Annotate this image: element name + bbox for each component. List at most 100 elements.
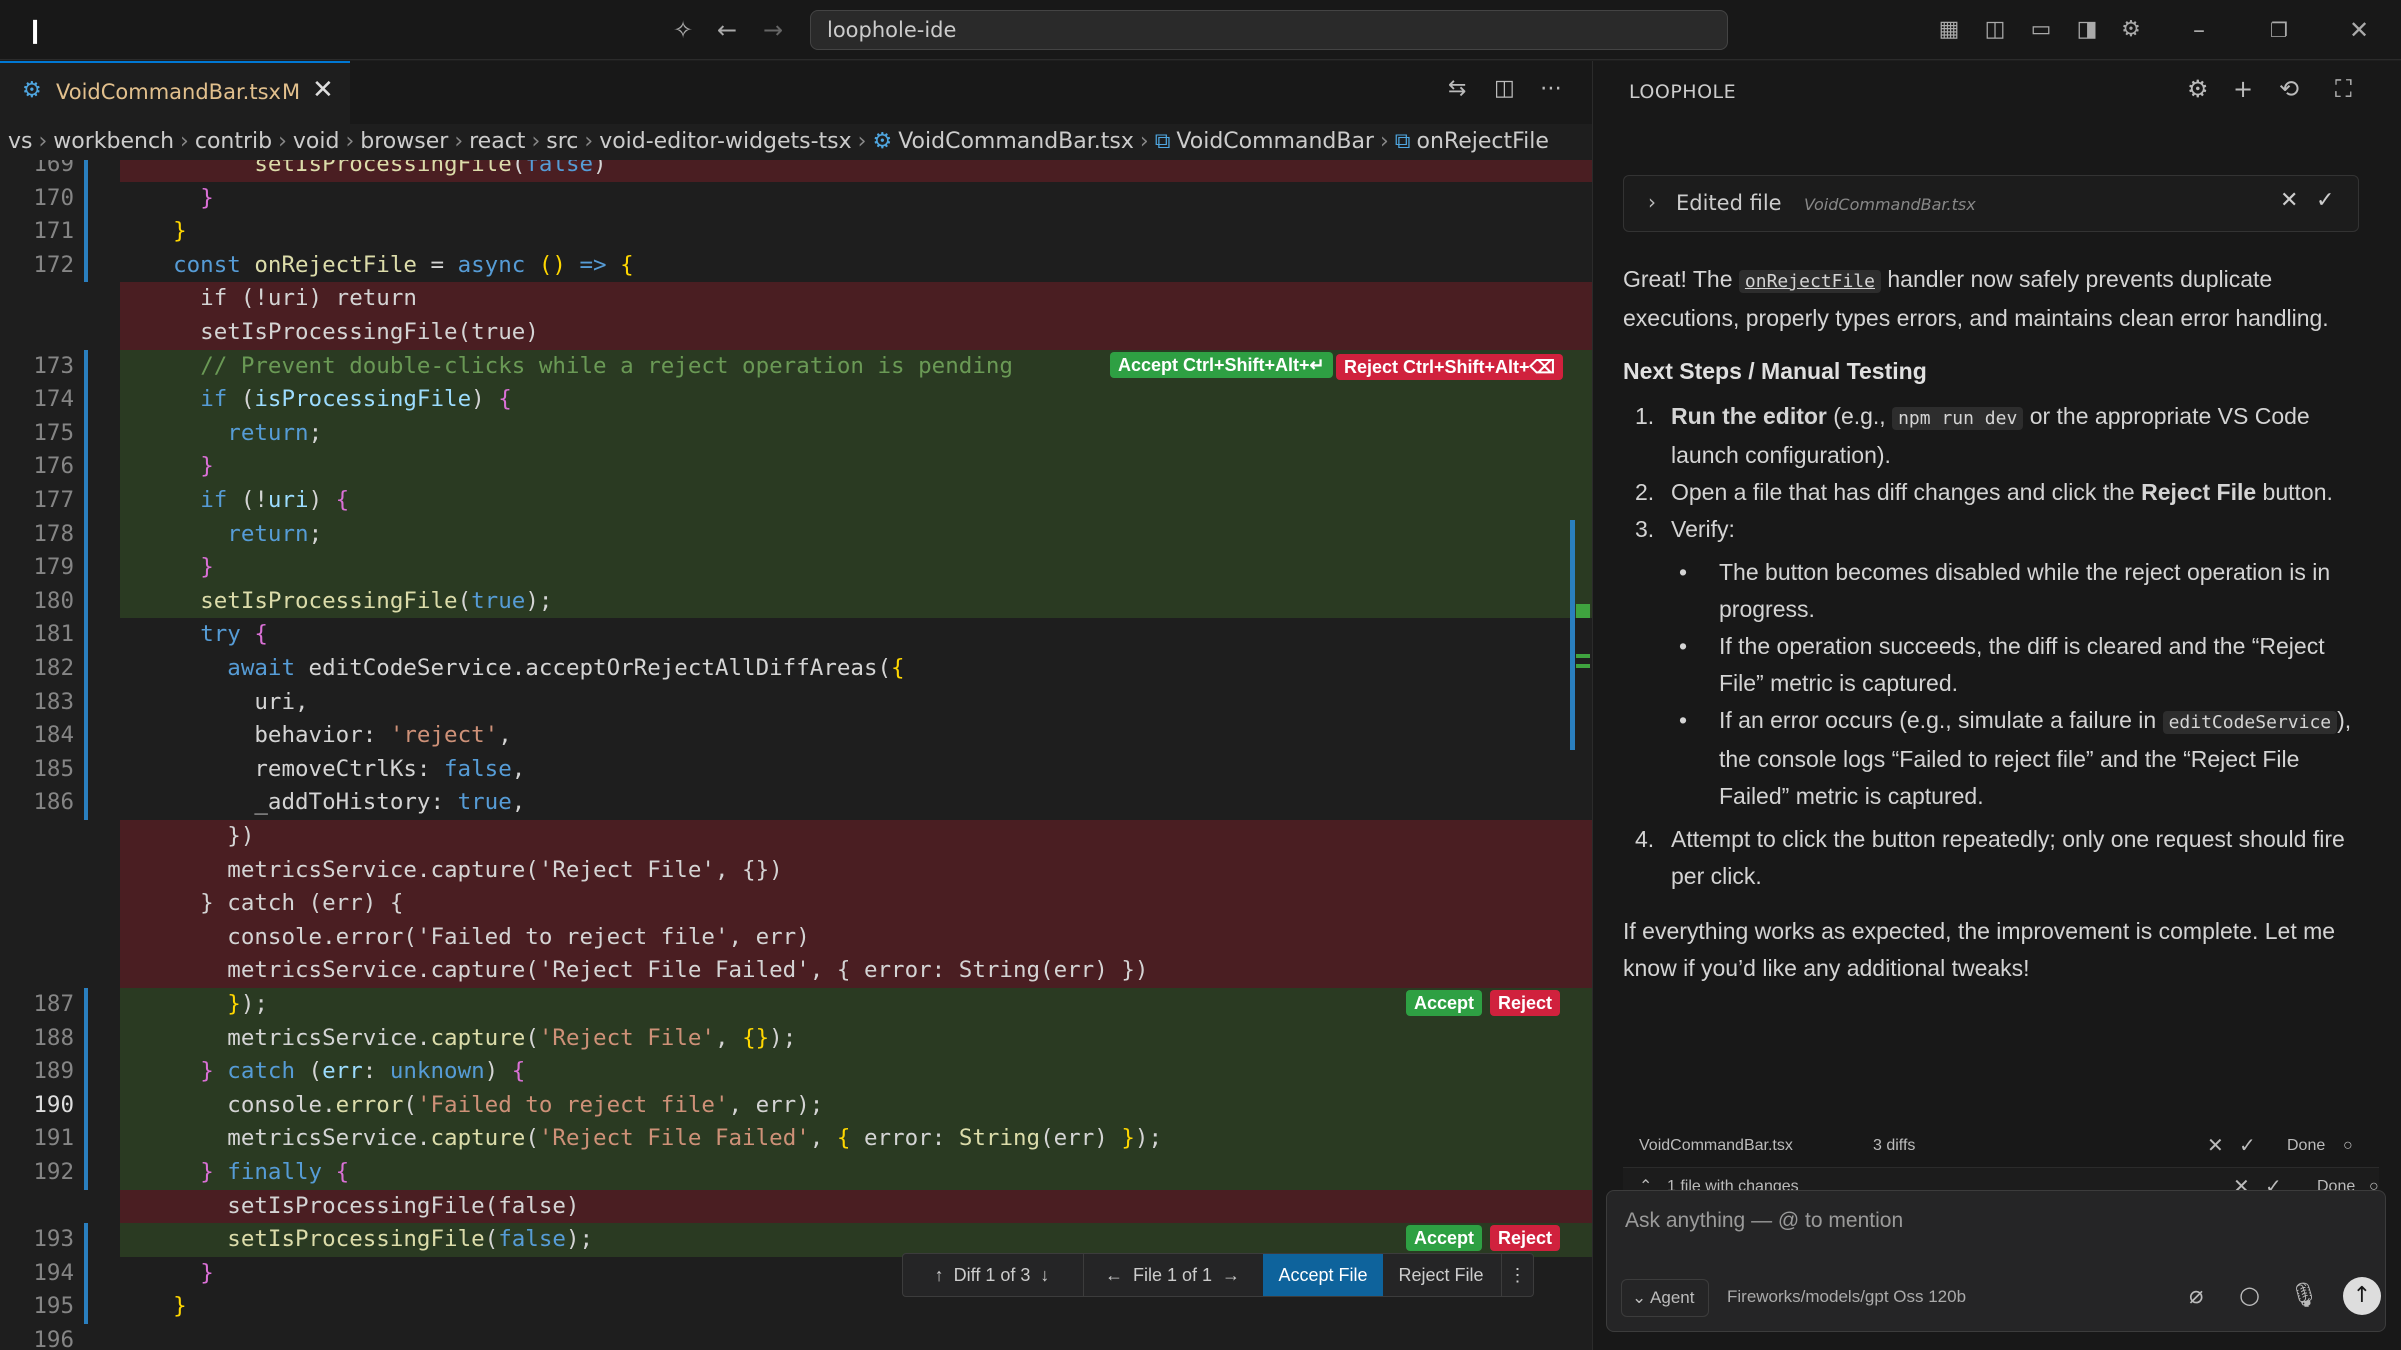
breadcrumb-item[interactable]: VoidCommandBar.tsx <box>898 129 1134 154</box>
code-line[interactable]: 184 behavior: 'reject', <box>0 719 1592 753</box>
up-arrow-icon[interactable]: ↑ <box>935 1265 944 1285</box>
removed-code-line[interactable]: if (!uri) return <box>0 282 1592 316</box>
microphone-icon[interactable]: 🎙 <box>2289 1281 2319 1309</box>
close-icon[interactable]: ✕ <box>312 75 334 105</box>
more-actions-icon[interactable]: ⋯ <box>1540 76 1562 101</box>
breadcrumb-item[interactable]: vs <box>8 129 32 154</box>
minimize-icon[interactable]: – <box>2184 14 2214 46</box>
left-arrow-icon[interactable]: ← <box>1105 1265 1123 1285</box>
check-icon[interactable]: ✓ <box>2316 188 2334 213</box>
added-code-line[interactable]: 188 metricsService.capture('Reject File'… <box>0 1021 1592 1056</box>
agent-mode-select[interactable]: ⌄ Agent <box>1621 1279 1709 1317</box>
reject-change-button[interactable]: Reject <box>1490 990 1561 1016</box>
removed-code-line[interactable]: metricsService.capture('Reject File', {}… <box>0 853 1592 888</box>
removed-code-line[interactable]: setIsProcessingFile(true) <box>0 316 1592 350</box>
chevron-right-icon[interactable]: › <box>1648 190 1656 214</box>
wand-icon[interactable]: ✧ <box>668 14 698 46</box>
command-center-search[interactable]: loophole-ide <box>810 10 1728 50</box>
added-code-line[interactable]: 191 metricsService.capture('Reject File … <box>0 1122 1592 1156</box>
breadcrumb-item[interactable]: src <box>546 129 578 154</box>
close-icon[interactable]: ✕ <box>2207 1127 2224 1165</box>
split-editor-icon[interactable]: ◫ <box>1494 76 1515 101</box>
added-code-line[interactable]: 177 if (!uri) { <box>0 484 1592 518</box>
added-code-line[interactable]: 174 if (isProcessingFile) { <box>0 383 1592 417</box>
code-line[interactable]: 182 await editCodeService.acceptOrReject… <box>0 652 1592 686</box>
code-text: metricsService.capture('Reject File', {}… <box>146 1024 797 1051</box>
close-icon[interactable]: ✕ <box>2280 188 2298 213</box>
code-line[interactable]: 181 try { <box>0 618 1592 652</box>
reject-change-button[interactable]: Reject Ctrl+Shift+Alt+⌫ <box>1336 353 1563 380</box>
editor-tab[interactable]: ⚙ VoidCommandBar.tsx M ✕ <box>0 61 350 124</box>
code-line[interactable]: 183 uri, <box>0 685 1592 720</box>
attach-paperclip-icon[interactable]: ⌀ <box>2189 1281 2203 1309</box>
added-code-line[interactable]: 193 setIsProcessingFile(false); <box>0 1223 1592 1257</box>
accept-change-button[interactable]: Accept Ctrl+Shift+Alt+↵ <box>1110 351 1333 378</box>
chat-input[interactable]: Ask anything — @ to mention <box>1625 1209 1903 1233</box>
code-line[interactable]: 170 } <box>0 181 1592 216</box>
new-chat-plus-icon[interactable]: + <box>2233 75 2253 103</box>
breadcrumb-item[interactable]: void-editor-widgets-tsx <box>599 129 851 154</box>
added-code-line[interactable]: 192 } finally { <box>0 1156 1592 1190</box>
breadcrumb-item[interactable]: void <box>293 129 340 154</box>
added-code-line[interactable]: 175 return; <box>0 416 1592 451</box>
layout-customize-icon[interactable]: ▦ <box>1934 14 1964 46</box>
added-code-line[interactable]: 179 } <box>0 551 1592 585</box>
added-code-line[interactable]: 176 } <box>0 450 1592 484</box>
model-selector[interactable]: Fireworks/models/gpt Oss 120b <box>1727 1287 1966 1307</box>
added-code-line[interactable]: 190 console.error('Failed to reject file… <box>0 1088 1592 1123</box>
accept-change-button[interactable]: Accept <box>1406 990 1483 1016</box>
editor-scrollbar[interactable] <box>1570 520 1575 750</box>
code-editor[interactable]: 169 setIsProcessingFile(false) 170 } 171 }… <box>0 160 1592 1350</box>
breadcrumb-item[interactable]: contrib <box>195 129 272 154</box>
toggle-secondary-sidebar-icon[interactable]: ◨ <box>2072 14 2102 46</box>
file-navigator[interactable]: ← File 1 of 1 → <box>1083 1254 1261 1296</box>
removed-code-line[interactable]: 169 setIsProcessingFile(false) <box>0 160 1592 182</box>
removed-code-line[interactable]: metricsService.capture('Reject File Fail… <box>0 954 1592 988</box>
added-code-line[interactable]: 178 return; <box>0 517 1592 552</box>
restore-icon[interactable]: ❐ <box>2264 14 2294 46</box>
breadcrumb-item[interactable]: onRejectFile <box>1417 129 1549 154</box>
breadcrumb-item[interactable]: react <box>469 129 525 154</box>
removed-code-line[interactable]: console.error('Failed to reject file', e… <box>0 920 1592 955</box>
added-code-line[interactable]: 180 setIsProcessingFile(true); <box>0 584 1592 619</box>
code-line[interactable]: 196 <box>0 1324 1592 1350</box>
reject-file-button[interactable]: Reject File <box>1383 1254 1499 1296</box>
toggle-sidebar-icon[interactable]: ◫ <box>1980 14 2010 46</box>
added-code-line[interactable]: 187 }); <box>0 988 1592 1022</box>
down-arrow-icon[interactable]: ↓ <box>1040 1265 1049 1285</box>
added-code-line[interactable]: 189 } catch (err: unknown) { <box>0 1055 1592 1089</box>
breadcrumb-item[interactable]: VoidCommandBar <box>1176 129 1374 154</box>
more-options-icon[interactable]: ⋮ <box>1501 1254 1533 1296</box>
close-window-icon[interactable]: ✕ <box>2344 14 2374 46</box>
settings-gear-icon[interactable]: ⚙ <box>2116 14 2146 46</box>
circle-icon[interactable]: ○ <box>2239 1281 2260 1309</box>
edited-file-card[interactable]: › Edited file VoidCommandBar.tsx ✕ ✓ <box>1623 175 2359 232</box>
send-button[interactable]: ↑ <box>2343 1277 2381 1315</box>
toggle-panel-icon[interactable]: ▭ <box>2026 14 2056 46</box>
chat-input-box[interactable]: Ask anything — @ to mention ⌄ Agent Fire… <box>1606 1190 2386 1332</box>
check-icon[interactable]: ✓ <box>2239 1127 2256 1165</box>
forward-arrow-icon[interactable]: → <box>758 14 788 46</box>
code-line[interactable]: 172 const onRejectFile = async () => { <box>0 248 1592 283</box>
accept-file-button[interactable]: Accept File <box>1263 1254 1383 1296</box>
code-line[interactable]: 171 } <box>0 215 1592 249</box>
breadcrumb-item[interactable]: workbench <box>53 129 174 154</box>
settings-gear-icon[interactable]: ⚙ <box>2187 75 2209 103</box>
history-icon[interactable]: ⟲ <box>2279 75 2299 103</box>
right-arrow-icon[interactable]: → <box>1222 1265 1240 1285</box>
accept-change-button[interactable]: Accept <box>1406 1225 1483 1252</box>
removed-code-line[interactable]: }) <box>0 820 1592 854</box>
code-text: setIsProcessingFile(true) <box>146 319 539 345</box>
file-changes-row[interactable]: VoidCommandBar.tsx 3 diffs ✕ ✓ Done ○ <box>1623 1127 2379 1165</box>
removed-code-line[interactable]: } catch (err) { <box>0 887 1592 921</box>
back-arrow-icon[interactable]: ← <box>712 14 742 46</box>
code-line[interactable]: 186 _addToHistory: true, <box>0 786 1592 820</box>
compare-changes-icon[interactable]: ⇆ <box>1448 76 1466 101</box>
removed-code-line[interactable]: setIsProcessingFile(false) <box>0 1189 1592 1224</box>
maximize-icon[interactable]: ⛶ <box>2335 75 2352 103</box>
reject-change-button[interactable]: Reject <box>1490 1225 1561 1252</box>
list-item: • If an error occurs (e.g., simulate a fa… <box>1679 707 2352 809</box>
diff-navigator[interactable]: ↑ Diff 1 of 3 ↓ <box>903 1254 1081 1296</box>
breadcrumb-item[interactable]: browser <box>360 129 448 154</box>
code-line[interactable]: 185 removeCtrlKs: false, <box>0 752 1592 787</box>
